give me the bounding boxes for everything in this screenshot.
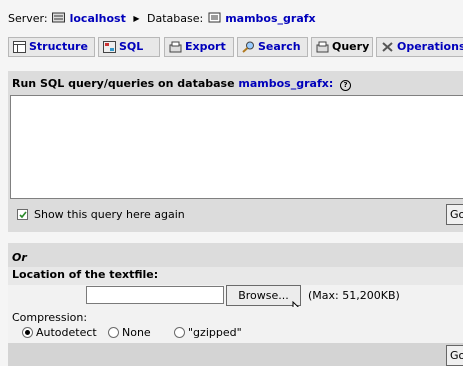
radio-none[interactable]: [108, 327, 119, 338]
search-icon: [242, 41, 254, 53]
compression-section: Compression: Autodetect None "gzipped": [8, 307, 463, 343]
location-label: Location of the textfile:: [12, 268, 159, 281]
sql-query-panel: Run SQL query/queries on database mambos…: [8, 71, 463, 232]
operations-icon: [382, 42, 393, 52]
submit-strip: [8, 343, 463, 366]
tab-label: Query: [332, 40, 370, 53]
browse-button[interactable]: Browse...: [226, 285, 301, 306]
or-label: Or: [12, 251, 27, 264]
file-path-input[interactable]: [86, 286, 224, 304]
sql-query-textarea[interactable]: [10, 95, 463, 199]
radio-autodetect[interactable]: [22, 327, 33, 338]
database-label: Database:: [147, 12, 204, 25]
separator-arrow-icon: ▶: [133, 14, 140, 23]
go-button[interactable]: Go: [446, 345, 463, 366]
tab-label: Export: [185, 40, 226, 53]
query-panel-header: Run SQL query/queries on database mambos…: [12, 77, 352, 91]
tab-label: Search: [258, 40, 301, 53]
radio-autodetect-label: Autodetect: [36, 326, 97, 339]
tab-label: Operations: [397, 40, 463, 53]
radio-none-label: None: [122, 326, 151, 339]
server-icon: [52, 12, 66, 23]
go-button[interactable]: Go: [446, 204, 463, 225]
structure-icon: [13, 41, 26, 53]
tab-label: SQL: [119, 40, 144, 53]
server-label: Server:: [8, 12, 48, 25]
tab-label: Structure: [29, 40, 88, 53]
tab-sql[interactable]: SQL: [98, 37, 160, 57]
query-header-database: mambos_grafx:: [238, 77, 334, 90]
file-row: Browse... (Max: 51,200KB): [8, 285, 463, 307]
checkmark-icon: [19, 211, 27, 219]
show-query-again-label: Show this query here again: [34, 208, 185, 221]
breadcrumb: Server: localhost ▶ Database: mambos_gra…: [8, 12, 316, 25]
file-import-panel: Or Location of the textfile: Browse... (…: [8, 243, 463, 366]
tab-query[interactable]: Query: [311, 37, 373, 57]
sql-icon: [103, 41, 116, 53]
tab-operations[interactable]: Operations: [376, 37, 463, 57]
database-icon: [208, 12, 221, 23]
radio-gzipped-label: "gzipped": [188, 326, 242, 339]
export-icon: [169, 41, 182, 53]
radio-gzipped[interactable]: [174, 327, 185, 338]
show-query-again-checkbox[interactable]: [17, 209, 28, 220]
tab-search[interactable]: Search: [237, 37, 308, 57]
tab-export[interactable]: Export: [164, 37, 234, 57]
query-icon: [316, 41, 329, 53]
query-header-text: Run SQL query/queries on database: [12, 77, 235, 90]
help-icon[interactable]: ?: [340, 80, 352, 91]
database-link[interactable]: mambos_grafx: [225, 12, 315, 25]
compression-label: Compression:: [12, 311, 88, 324]
max-size-label: (Max: 51,200KB): [308, 289, 400, 302]
tab-structure[interactable]: Structure: [8, 37, 95, 57]
server-link[interactable]: localhost: [70, 12, 126, 25]
